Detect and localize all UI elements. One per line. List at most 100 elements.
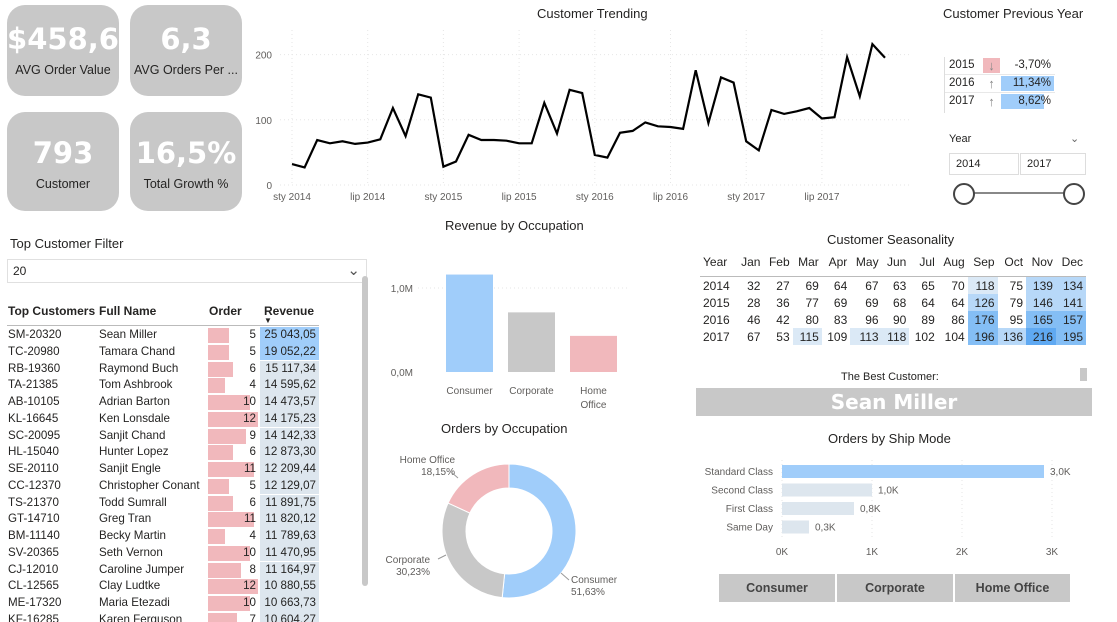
customer-trending-chart[interactable]: 200 100 0sty 2014 lip 2014 sty 2015 lip 2015 s…: [250, 25, 915, 210]
cell-order: 6: [249, 361, 256, 375]
revenue-bar[interactable]: [446, 274, 493, 372]
kpi-value: 793: [32, 136, 94, 170]
cell-order: 11: [243, 462, 256, 475]
table-row[interactable]: RB-19360 Raymond Buch 6 15 117,34: [0, 360, 330, 378]
seasonality-cell: 68: [892, 295, 907, 310]
x-tick-label: Home: [580, 386, 607, 397]
seasonality-header-cell: Feb: [763, 252, 793, 277]
year-slider-handle-start[interactable]: [953, 183, 975, 205]
seasonality-cell: 115: [792, 328, 822, 345]
cell-order: 5: [249, 328, 256, 341]
ship-mode-bar[interactable]: [782, 520, 809, 534]
seasonality-cell: 134: [1055, 276, 1086, 294]
revenue-occupation-chart[interactable]: 1,0M 0,0M Consumer Corporate Home Office: [378, 262, 638, 412]
ship-mode-chart[interactable]: 0K 1K 2K 3K Standard Class 3,0K Second Class 1,…: [690, 455, 1100, 565]
table-scrollbar[interactable]: [362, 276, 368, 586]
cell-full-name: Tamara Chand: [99, 344, 176, 358]
seasonality-cell: 69: [805, 278, 819, 293]
y-tick-label: 0: [266, 181, 272, 192]
cell-customer-id: TC-20980: [8, 344, 60, 358]
ship-mode-bar[interactable]: [782, 483, 872, 497]
ship-mode-bar[interactable]: [782, 502, 854, 515]
table-row[interactable]: SV-20365 Seth Vernon 10 11 470,95: [0, 544, 330, 562]
donut-slice[interactable]: [447, 463, 510, 514]
table-row[interactable]: TA-21385 Tom Ashbrook 4 14 595,62: [0, 377, 330, 394]
orders-occupation-donut[interactable]: Consumer51,63% Corporate30,23% Home Office…: [378, 446, 638, 611]
prev-year-year: 2016: [949, 77, 975, 89]
table-row[interactable]: CL-12565 Clay Ludtke 12 10 880,55: [0, 578, 330, 595]
cell-customer-id: BM-11140: [8, 529, 60, 542]
col-header-name[interactable]: Full Name: [99, 304, 156, 318]
cell-order: 12: [243, 579, 256, 593]
table-row[interactable]: AB-10105 Adrian Barton 10 14 473,57: [0, 394, 330, 411]
kpi-label: AVG Orders Per ...: [134, 63, 238, 77]
corporate-button[interactable]: Corporate: [837, 574, 954, 602]
chevron-down-icon[interactable]: ⌄: [1070, 132, 1079, 145]
seasonality-cell: 46: [747, 312, 761, 327]
cell-order: 10: [243, 596, 256, 609]
ship-mode-bar[interactable]: [782, 465, 1044, 478]
cell-customer-id: CL-12565: [8, 579, 59, 593]
year-slider-handle-end[interactable]: [1063, 183, 1085, 205]
year-to-input[interactable]: 2017: [1020, 153, 1086, 175]
seasonality-cell: 70: [951, 278, 965, 293]
seasonality-title: Customer Seasonality: [827, 232, 955, 247]
seasonality-header-cell: Dec: [1055, 252, 1086, 277]
cell-order: 7: [249, 612, 256, 622]
seasonality-cell: 75: [1009, 278, 1024, 293]
cell-full-name: Karen Ferguson: [99, 612, 183, 622]
donut-label: Consumer: [571, 575, 618, 586]
table-row[interactable]: KL-16645 Ken Lonsdale 12 14 175,23: [0, 410, 330, 428]
cell-full-name: Adrian Barton: [99, 395, 170, 408]
best-customer-name: Sean Miller: [696, 388, 1092, 416]
y-tick-label: Standard Class: [705, 467, 773, 478]
table-row[interactable]: SM-20320 Sean Miller 5 25 043,05: [0, 327, 330, 344]
table-row[interactable]: ME-17320 Maria Etezadi 10 10 663,73: [0, 595, 330, 612]
seasonality-cell: 146: [1026, 294, 1056, 311]
seasonality-cell: 196: [967, 328, 998, 345]
table-row[interactable]: KF-16285 Karen Ferguson 7 10 604,27: [0, 611, 330, 622]
cell-full-name: Ken Lonsdale: [99, 411, 170, 425]
cell-order: 5: [249, 478, 256, 492]
table-row[interactable]: SE-20110 Sanjit Engle 11 12 209,44: [0, 461, 330, 478]
table-row[interactable]: TC-20980 Tamara Chand 5 19 052,22: [0, 343, 330, 361]
cell-order: 9: [249, 428, 256, 442]
donut-slice[interactable]: [441, 502, 506, 599]
table-row[interactable]: CJ-12010 Caroline Jumper 8 11 164,97: [0, 561, 330, 579]
kpi-avg-orders-per: 6,3 AVG Orders Per ...: [130, 5, 242, 96]
x-tick-label: 3K: [1046, 547, 1059, 558]
col-header-order[interactable]: Order: [209, 304, 242, 318]
trend-line: [291, 41, 886, 169]
top-filter-value: 20: [13, 264, 27, 278]
cell-revenue: 14 473,57: [264, 395, 316, 408]
arrow-up-icon: ↑: [988, 76, 995, 91]
cell-full-name: Hunter Lopez: [99, 445, 169, 459]
revenue-bar[interactable]: [508, 312, 555, 372]
table-row[interactable]: BM-11140 Becky Martin 4 11 789,63: [0, 528, 330, 545]
seasonality-header-cell: Year: [700, 252, 736, 277]
cell-full-name: Raymond Buch: [99, 361, 179, 375]
arrow-down-icon: ↓: [983, 58, 1000, 73]
col-header-id[interactable]: Top Customers: [8, 304, 95, 318]
table-row[interactable]: SC-20095 Sanjit Chand 9 14 142,33: [0, 427, 330, 445]
top-filter-dropdown[interactable]: 20 ⌄: [7, 259, 367, 283]
table-row[interactable]: CC-12370 Christopher Conant 5 12 129,07: [0, 477, 330, 495]
home-office-button[interactable]: Home Office: [955, 574, 1070, 602]
seasonality-cell: 64: [921, 295, 935, 310]
seasonality-cell: 53: [776, 329, 790, 344]
table-row[interactable]: HL-15040 Hunter Lopez 6 12 873,30: [0, 444, 330, 461]
cell-revenue: 11 164,97: [265, 562, 316, 576]
cell-customer-id: TS-21370: [8, 495, 59, 509]
seasonality-cell: 36: [776, 295, 790, 310]
year-from-input[interactable]: 2014: [949, 153, 1019, 175]
revenue-bar[interactable]: [570, 335, 617, 372]
donut-slice[interactable]: [501, 463, 577, 599]
cell-revenue: 19 052,22: [264, 344, 316, 358]
seasonality-cell: 77: [805, 295, 819, 310]
cell-revenue: 14 595,62: [264, 378, 316, 392]
consumer-button[interactable]: Consumer: [719, 574, 836, 602]
table-row[interactable]: GT-14710 Greg Tran 11 11 820,12: [0, 511, 330, 528]
table-row[interactable]: TS-21370 Todd Sumrall 6 11 891,75: [0, 494, 330, 512]
prev-year-year: 2015: [949, 59, 975, 71]
seasonality-row: 2014 32 27 69 64 67 63 65 70 118 75 139 134: [700, 276, 1086, 294]
